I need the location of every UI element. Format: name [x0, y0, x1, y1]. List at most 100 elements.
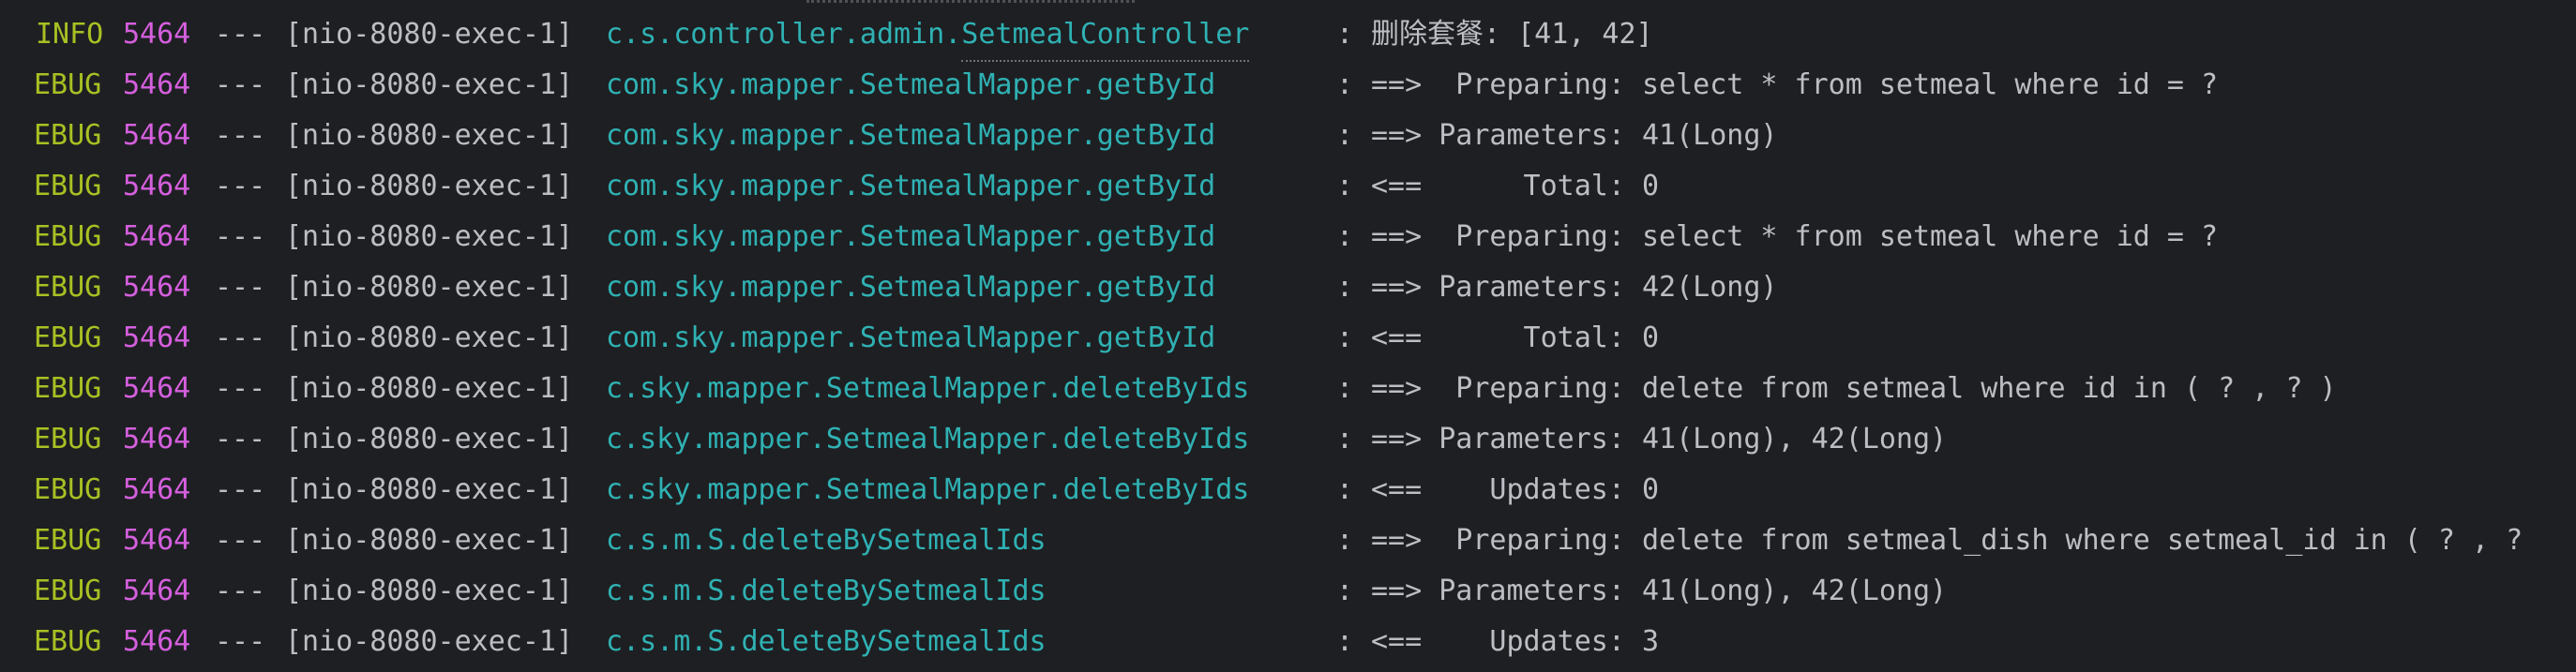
log-pid: 5464 [123, 68, 191, 101]
log-colon: : [1336, 575, 1354, 607]
log-logger: com.sky.mapper.SetmealMapper.getById [606, 262, 1215, 313]
log-level: EBUG [34, 220, 102, 253]
log-separator: --- [215, 119, 266, 152]
log-colon: : [1336, 321, 1354, 354]
log-thread: [nio-8080-exec-1] [285, 625, 574, 658]
log-pid: 5464 [123, 575, 191, 607]
log-pid: 5464 [123, 271, 191, 304]
log-logger: com.sky.mapper.SetmealMapper.getById [606, 212, 1215, 262]
log-thread: [nio-8080-exec-1] [285, 473, 574, 506]
log-pid: 5464 [123, 372, 191, 405]
logger-prefix: com.sky.mapper.SetmealMapper.getById [606, 68, 1216, 101]
log-separator: --- [215, 170, 266, 202]
log-level: EBUG [34, 68, 102, 101]
log-logger: com.sky.mapper.SetmealMapper.getById [606, 161, 1215, 212]
log-message: <== Updates: 0 [1371, 473, 1660, 506]
log-separator: --- [215, 423, 266, 455]
log-thread: [nio-8080-exec-1] [285, 68, 574, 101]
log-separator: --- [215, 575, 266, 607]
log-message: ==> Parameters: 41(Long), 42(Long) [1371, 575, 1948, 607]
log-level: EBUG [34, 321, 102, 354]
log-level: EBUG [34, 575, 102, 607]
log-logger: c.s.m.S.deleteBySetmealIds [606, 515, 1047, 566]
log-level: EBUG [34, 271, 102, 304]
log-logger: com.sky.mapper.SetmealMapper.getById [606, 60, 1215, 111]
log-colon: : [1336, 68, 1354, 101]
logger-prefix: com.sky.mapper.SetmealMapper.getById [606, 271, 1216, 304]
logger-prefix: c.sky.mapper.SetmealMapper.deleteByIds [606, 473, 1250, 506]
log-logger: c.s.controller.admin.SetmealController [606, 9, 1250, 62]
logger-prefix: c.s.m.S.deleteBySetmealIds [606, 625, 1047, 658]
logger-prefix: c.s.m.S.deleteBySetmealIds [606, 524, 1047, 557]
log-thread: [nio-8080-exec-1] [285, 18, 574, 51]
log-colon: : [1336, 119, 1354, 152]
log-separator: --- [215, 18, 266, 51]
log-message: <== Updates: 3 [1371, 625, 1660, 658]
log-thread: [nio-8080-exec-1] [285, 372, 574, 405]
log-separator: --- [215, 68, 266, 101]
log-message: ==> Parameters: 41(Long), 42(Long) [1371, 423, 1948, 455]
log-message: ==> Preparing: delete from setmeal_dish … [1371, 524, 2523, 557]
log-message: ==> Parameters: 42(Long) [1371, 271, 1778, 304]
logger-prefix: c.s.m.S.deleteBySetmealIds [606, 575, 1047, 607]
log-logger: c.s.m.S.deleteBySetmealIds [606, 566, 1047, 617]
log-pid: 5464 [123, 170, 191, 202]
log-pid: 5464 [123, 524, 191, 557]
logger-prefix: c.sky.mapper.SetmealMapper.deleteByIds [606, 423, 1250, 455]
log-level: EBUG [34, 170, 102, 202]
logger-prefix: c.s.controller.admin. [606, 18, 962, 51]
log-message: ==> Preparing: select * from setmeal whe… [1371, 220, 2219, 253]
log-colon: : [1336, 372, 1354, 405]
log-level: EBUG [34, 423, 102, 455]
log-message: ==> Preparing: delete from setmeal where… [1371, 372, 2337, 405]
log-thread: [nio-8080-exec-1] [285, 170, 574, 202]
log-separator: --- [215, 473, 266, 506]
log-colon: : [1336, 625, 1354, 658]
logger-prefix: c.sky.mapper.SetmealMapper.deleteByIds [606, 372, 1250, 405]
log-pid: 5464 [123, 473, 191, 506]
log-thread: [nio-8080-exec-1] [285, 321, 574, 354]
scroll-indicator [806, 0, 1135, 3]
log-separator: --- [215, 321, 266, 354]
log-colon: : [1336, 220, 1354, 253]
log-thread: [nio-8080-exec-1] [285, 119, 574, 152]
log-thread: [nio-8080-exec-1] [285, 423, 574, 455]
log-colon: : [1336, 423, 1354, 455]
log-pid: 5464 [123, 321, 191, 354]
log-colon: : [1336, 170, 1354, 202]
log-logger: com.sky.mapper.SetmealMapper.getById [606, 111, 1215, 161]
logger-prefix: com.sky.mapper.SetmealMapper.getById [606, 321, 1216, 354]
log-colon: : [1336, 18, 1354, 51]
log-message: ==> Parameters: 41(Long) [1371, 119, 1778, 152]
log-message: <== Total: 0 [1371, 170, 1660, 202]
log-pid: 5464 [123, 18, 191, 51]
log-level: EBUG [34, 372, 102, 405]
log-colon: : [1336, 524, 1354, 557]
log-colon: : [1336, 473, 1354, 506]
logger-prefix: com.sky.mapper.SetmealMapper.getById [606, 220, 1216, 253]
log-logger: c.sky.mapper.SetmealMapper.deleteByIds [606, 364, 1249, 414]
log-level: INFO [36, 18, 104, 51]
log-logger: c.sky.mapper.SetmealMapper.deleteByIds [606, 414, 1249, 465]
log-message: <== Total: 0 [1371, 321, 1660, 354]
log-separator: --- [215, 372, 266, 405]
log-thread: [nio-8080-exec-1] [285, 220, 574, 253]
log-separator: --- [215, 524, 266, 557]
log-logger: c.s.m.S.deleteBySetmealIds [606, 617, 1047, 667]
log-logger: c.sky.mapper.SetmealMapper.deleteByIds [606, 465, 1249, 515]
log-level: EBUG [34, 625, 102, 658]
logger-class-link[interactable]: SetmealController [961, 9, 1250, 62]
log-pid: 5464 [123, 119, 191, 152]
console-output[interactable]: INFO 5464 --- [nio-8080-exec-1] c.s.controll… [0, 0, 2576, 672]
logger-prefix: com.sky.mapper.SetmealMapper.getById [606, 170, 1216, 202]
log-colon: : [1336, 271, 1354, 304]
log-pid: 5464 [123, 220, 191, 253]
log-level: EBUG [34, 119, 102, 152]
log-thread: [nio-8080-exec-1] [285, 524, 574, 557]
log-thread: [nio-8080-exec-1] [285, 271, 574, 304]
log-pid: 5464 [123, 625, 191, 658]
log-pid: 5464 [123, 423, 191, 455]
logger-prefix: com.sky.mapper.SetmealMapper.getById [606, 119, 1216, 152]
log-message: ==> Preparing: select * from setmeal whe… [1371, 68, 2219, 101]
log-message: 删除套餐: [41, 42] [1371, 18, 1653, 51]
